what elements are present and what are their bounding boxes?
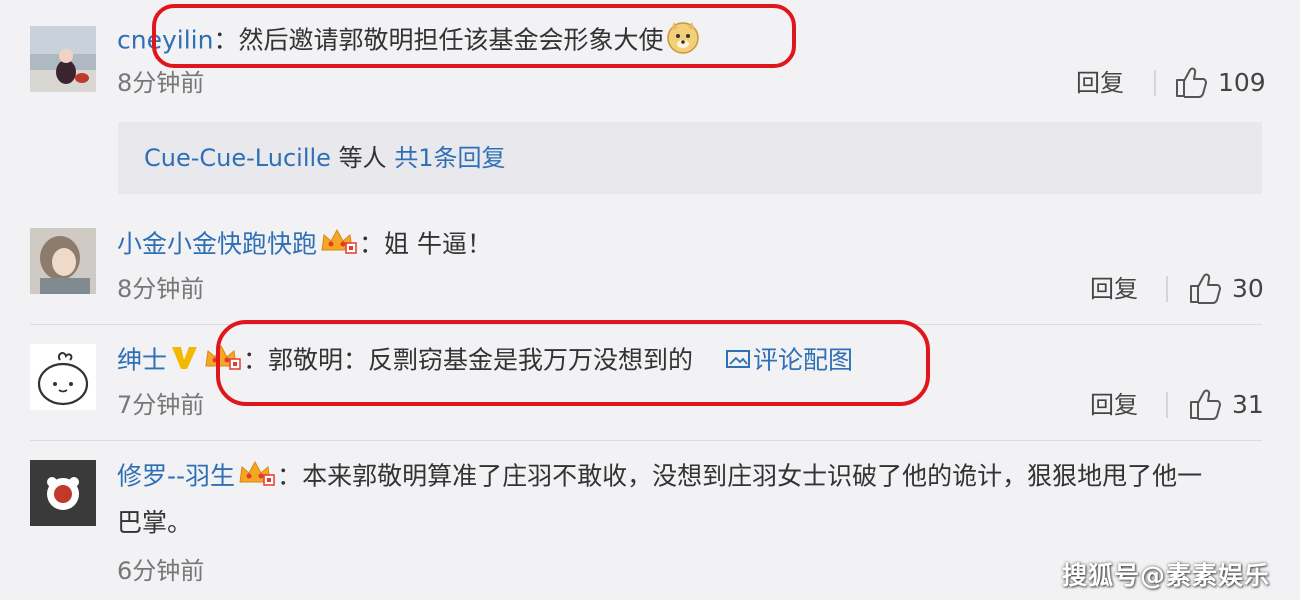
avatar[interactable] [30,26,96,92]
username-link[interactable]: 绅士 [117,346,167,375]
like-count: 30 [1232,274,1264,303]
comment-line: 修罗--羽生 ：本来郭敬明算准了庄羽不敢收，没想到庄羽女士识破了他的诡计，狠狠地甩… [117,458,1202,497]
comment-time: 8分钟前 [117,69,205,97]
reply-button[interactable]: 回复 [1090,274,1138,304]
comment-text-continued: 巴掌。 [117,508,193,537]
like-count: 109 [1218,68,1266,97]
comment-divider [30,440,1262,441]
comment-text: 本来郭敬明算准了庄羽不敢收，没想到庄羽女士识破了他的诡计，狠狠地甩了他一 [302,461,1203,491]
reply-button[interactable]: 回复 [1076,68,1124,98]
watermark: 搜狐号@素素娱乐 [1061,561,1270,590]
thumbs-up-icon[interactable] [1188,272,1222,304]
avatar[interactable] [30,228,96,294]
sub-reply-count-link[interactable]: 共1条回复 [394,144,505,172]
like-count: 31 [1232,390,1264,419]
comment-time: 6分钟前 [117,557,205,585]
username-link[interactable]: 修罗--羽生 [117,462,235,491]
vip-crown-icon [237,458,275,497]
sub-reply-user-link[interactable]: Cue-Cue-Lucille [144,144,331,172]
username-link[interactable]: 小金小金快跑快跑 [117,230,317,259]
separator: ： [359,229,385,259]
divider [1154,70,1156,96]
verified-v-icon [169,342,199,381]
divider [1166,392,1168,418]
divider [1166,276,1168,302]
comment-line: 小金小金快跑快跑 ：姐 牛逼！ [117,226,492,265]
thumbs-up-icon[interactable] [1174,66,1208,98]
comment-time: 7分钟前 [117,391,205,419]
comment-text: 姐 牛逼！ [384,229,492,259]
reply-button[interactable]: 回复 [1090,390,1138,420]
avatar[interactable] [30,344,96,410]
sub-reply-box[interactable]: Cue-Cue-Lucille 等人 共1条回复 [118,122,1262,194]
highlight-annotation [152,4,796,68]
highlight-annotation [216,320,930,406]
sub-reply-suffix: 等人 [338,144,387,172]
thumbs-up-icon[interactable] [1188,388,1222,420]
avatar[interactable] [30,460,96,526]
comment-time: 8分钟前 [117,275,205,303]
separator: ： [277,461,303,491]
vip-crown-icon [319,226,357,265]
